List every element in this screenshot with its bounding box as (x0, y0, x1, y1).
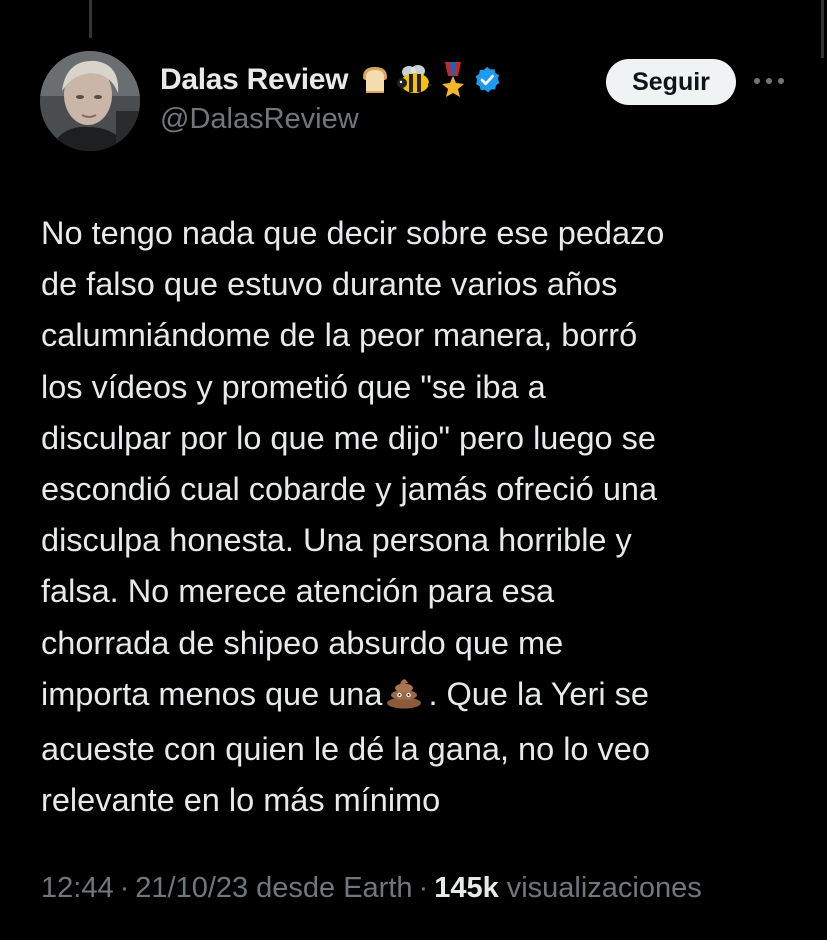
verified-badge-icon[interactable] (472, 65, 502, 95)
tweet-source: desde Earth (256, 872, 413, 904)
tweet-line: falsa. No merece atención para esa (41, 573, 555, 610)
tweet-line: de falso que estuvo durante varios años (41, 266, 618, 303)
tweet-line: los vídeos y prometió que "se iba a (41, 368, 546, 405)
tweet-line: chorrada de shipeo absurdo que me (41, 624, 564, 661)
author-name-row[interactable]: Dalas Review (160, 58, 502, 102)
views-count: 145k (434, 872, 499, 904)
thread-connector-line (89, 0, 92, 38)
bread-emoji-icon (363, 67, 388, 93)
author-badges (358, 62, 502, 98)
tweet-line-part: importa menos que una (41, 675, 383, 712)
avatar[interactable] (40, 51, 140, 151)
bee-emoji-icon (397, 65, 434, 93)
views-label: visualizaciones (506, 872, 702, 904)
tweet-time[interactable]: 12:44 (41, 872, 114, 905)
scrollbar-edge (821, 0, 824, 58)
tweet-line: disculpa honesta. Una persona horrible y (41, 522, 632, 559)
military-medal-emoji-icon (442, 62, 465, 97)
tweet-line: escondió cual cobarde y jamás ofreció un… (41, 471, 658, 508)
follow-button[interactable]: Seguir (606, 59, 736, 105)
tweet-line-part: . Que la Yeri se (428, 675, 649, 712)
tweet-date[interactable]: 21/10/23 (135, 872, 248, 905)
tweet-line: No tengo nada que decir sobre ese pedazo (41, 215, 665, 251)
more-horizontal-icon[interactable] (752, 66, 786, 96)
avatar-photo (40, 51, 140, 151)
author-handle[interactable]: @DalasReview (160, 103, 359, 136)
tweet-meta: 12:44 · 21/10/23 desde Earth · 145k visu… (41, 872, 702, 905)
tweet-line: calumniándome de la peor manera, borró (41, 317, 638, 354)
tweet-line: relevante en lo más mínimo (41, 782, 441, 819)
pile-of-poo-emoji-icon (384, 673, 424, 724)
tweet-line: disculpar por lo que me dijo" pero luego… (41, 419, 656, 456)
tweet-text: No tengo nada que decir sobre ese pedazo… (41, 208, 801, 826)
tweet-line: acueste con quien le dé la gana, no lo v… (41, 731, 650, 768)
meta-separator: · (119, 872, 130, 904)
tweet-line-with-emoji: importa menos que una . Que la Yeri se (41, 669, 801, 724)
meta-separator: · (418, 872, 429, 904)
author-display-name[interactable]: Dalas Review (160, 63, 348, 97)
